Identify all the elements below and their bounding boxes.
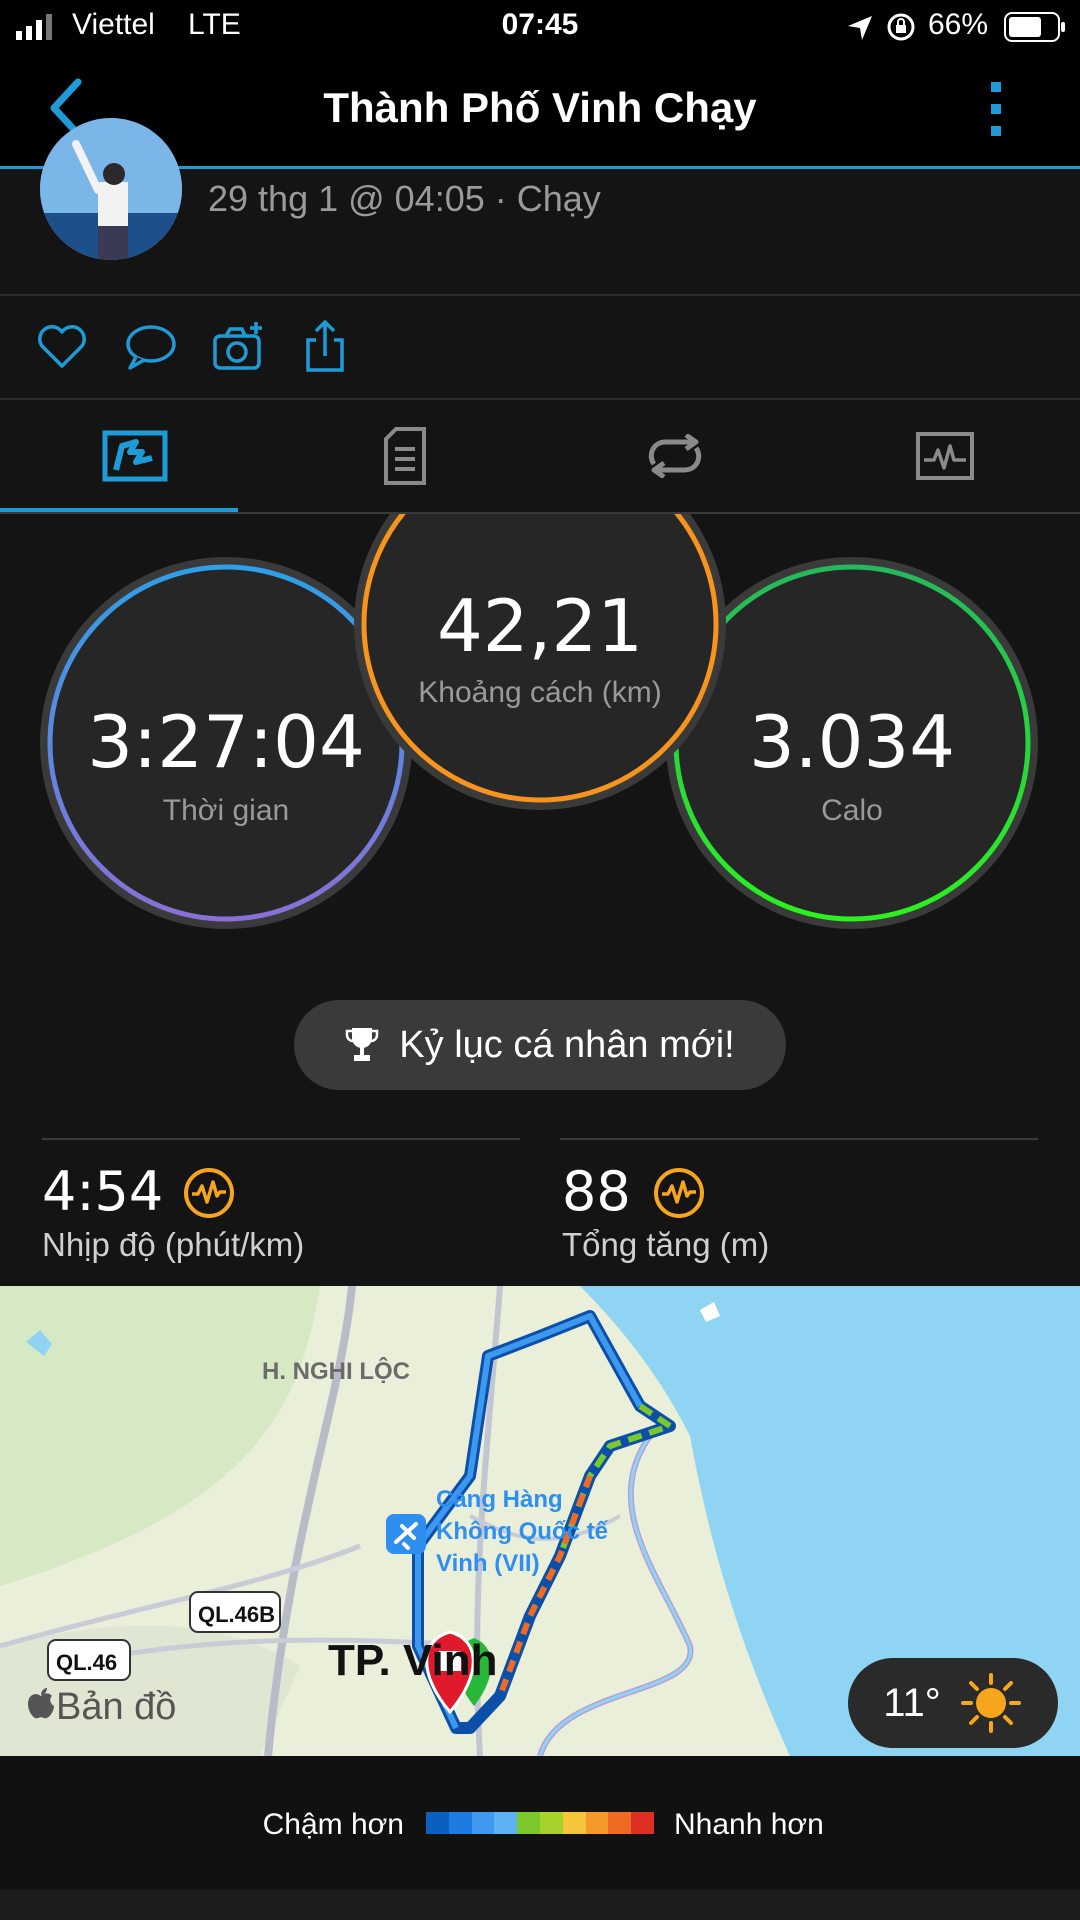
clock: 07:45 xyxy=(501,8,579,41)
rotation-lock-icon xyxy=(887,13,915,41)
time-stat[interactable]: 3:27:04 Thời gian xyxy=(50,700,402,840)
pace-label: Nhịp độ (phút/km) xyxy=(42,1226,305,1263)
comment-button[interactable] xyxy=(122,318,178,379)
personal-record-label: Kỷ lục cá nhân mới! xyxy=(399,1023,735,1066)
airport-label: Không Quốc tế xyxy=(436,1518,608,1545)
airport-label: Cảng Hàng xyxy=(436,1486,563,1513)
tab-laps[interactable] xyxy=(540,400,810,512)
document-list-icon xyxy=(384,427,426,485)
legend-swatch xyxy=(539,1812,563,1834)
legend-swatch xyxy=(631,1812,654,1834)
calories-label: Calo xyxy=(821,794,883,827)
calories-value: 3.034 xyxy=(748,700,956,784)
performance-icon xyxy=(654,1168,704,1218)
pace-legend: Chậm hơn Nhanh hơn xyxy=(0,1756,1080,1890)
tab-bar xyxy=(0,400,1080,512)
comment-icon xyxy=(126,325,176,370)
repeat-icon xyxy=(648,434,702,478)
legend-swatch xyxy=(517,1812,540,1834)
distance-value: 42,21 xyxy=(436,584,644,668)
legend-faster-label: Nhanh hơn xyxy=(674,1808,824,1841)
divider xyxy=(560,1138,1038,1140)
city-label: TP. Vinh xyxy=(328,1636,498,1685)
divider xyxy=(0,294,1080,296)
share-button[interactable] xyxy=(298,318,354,379)
map-place-label: H. NGHI LỘC xyxy=(262,1358,410,1385)
pace-stat[interactable]: 4:54 Nhịp độ (phút/km) xyxy=(42,1160,522,1270)
time-value: 3:27:04 xyxy=(87,700,365,784)
weather-temperature: 11° xyxy=(883,1680,941,1725)
sun-icon xyxy=(960,1673,1021,1733)
page-title: Thành Phố Vinh Chạy xyxy=(323,84,757,131)
time-label: Thời gian xyxy=(162,794,290,827)
camera-plus-icon xyxy=(213,322,262,370)
personal-record-button[interactable]: Kỷ lục cá nhân mới! xyxy=(294,1000,786,1090)
route-map[interactable]: H. NGHI LỘC Cảng Hàng Không Quốc tế Vinh… xyxy=(0,1286,1080,1756)
share-icon xyxy=(306,320,344,372)
weather-badge[interactable]: 11° xyxy=(848,1658,1058,1748)
bottom-strip xyxy=(0,1890,1080,1920)
performance-icon xyxy=(184,1168,234,1218)
distance-label: Khoảng cách (km) xyxy=(418,676,662,709)
legend-swatch xyxy=(608,1812,632,1834)
divider xyxy=(42,1138,520,1140)
avatar-photo xyxy=(40,118,182,260)
pace-value: 4:54 xyxy=(42,1160,164,1223)
battery-icon xyxy=(1004,12,1065,42)
elevation-value: 88 xyxy=(562,1160,631,1223)
tab-charts[interactable] xyxy=(810,400,1080,512)
map-attribution: Bản đồ xyxy=(56,1686,177,1728)
legend-color-scale xyxy=(426,1812,654,1834)
status-bar: Viettel LTE 07:45 66% xyxy=(0,0,1080,56)
airport-label: Vinh (VII) xyxy=(436,1550,540,1577)
heart-icon xyxy=(38,325,86,368)
more-options-icon[interactable] xyxy=(988,80,1004,140)
like-button[interactable] xyxy=(34,318,90,379)
road-label: QL.46B xyxy=(198,1602,276,1627)
legend-swatch xyxy=(448,1812,472,1834)
legend-slower-label: Chậm hơn xyxy=(262,1808,404,1841)
activity-meta: 29 thg 1 @ 04:05 · Chạy xyxy=(208,178,601,219)
legend-swatch xyxy=(562,1812,586,1834)
map-summary-icon xyxy=(102,430,168,482)
location-arrow-icon xyxy=(848,16,872,40)
legend-swatch xyxy=(426,1812,449,1834)
distance-stat[interactable]: 42,21 Khoảng cách (km) xyxy=(364,584,716,724)
apple-logo-icon xyxy=(28,1688,54,1719)
add-photo-button[interactable] xyxy=(210,318,266,379)
legend-swatch xyxy=(494,1812,518,1834)
calories-stat[interactable]: 3.034 Calo xyxy=(676,700,1028,840)
tab-details[interactable] xyxy=(270,400,540,512)
elevation-stat[interactable]: 88 Tổng tăng (m) xyxy=(560,1160,1040,1270)
battery-percent: 66% xyxy=(928,8,989,41)
avatar[interactable] xyxy=(40,118,182,260)
road-label: QL.46 xyxy=(56,1650,118,1675)
trophy-icon xyxy=(346,1028,379,1061)
tab-summary[interactable] xyxy=(0,400,270,512)
legend-swatch xyxy=(585,1812,609,1834)
elevation-label: Tổng tăng (m) xyxy=(562,1226,770,1263)
chart-icon xyxy=(916,432,974,480)
tab-indicator xyxy=(0,508,238,512)
legend-swatch xyxy=(471,1812,495,1834)
